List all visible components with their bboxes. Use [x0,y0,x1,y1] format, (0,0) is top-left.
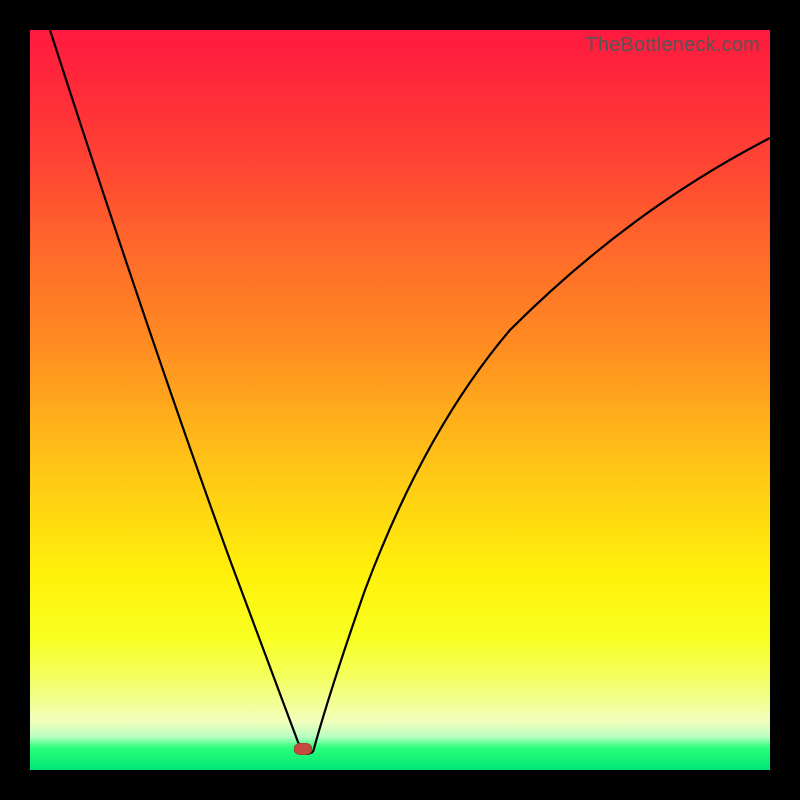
curve-right-branch [313,138,770,752]
chart-frame: TheBottleneck.com [0,0,800,800]
bottleneck-curve [30,30,770,770]
curve-left-branch [50,30,303,752]
optimal-point-marker [294,743,312,755]
plot-area: TheBottleneck.com [30,30,770,770]
